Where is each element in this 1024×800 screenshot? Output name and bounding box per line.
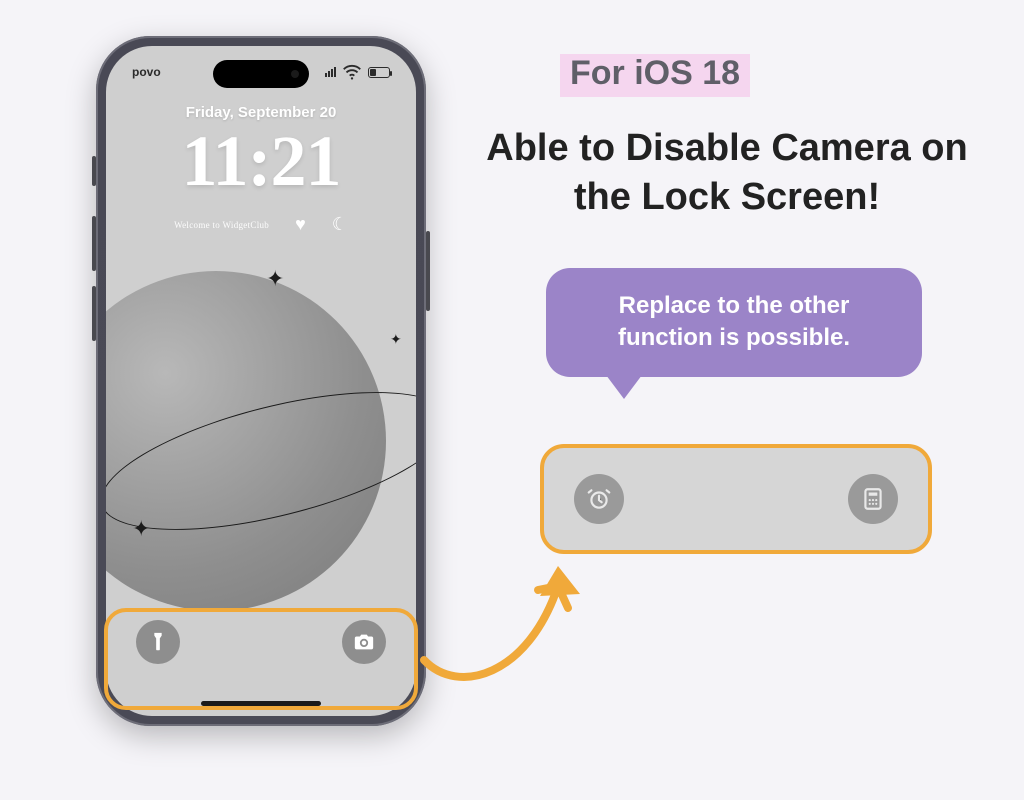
dynamic-island (213, 60, 309, 88)
callout-text: Replace to the other function is possibl… (618, 292, 850, 351)
carrier-label: povo (132, 65, 161, 79)
phone-volume-down (92, 286, 96, 341)
phone-side-button (92, 156, 96, 186)
home-indicator (201, 701, 321, 706)
sparkle-icon: ✦ (132, 516, 150, 542)
camera-button[interactable] (342, 620, 386, 664)
wifi-icon (341, 61, 363, 83)
version-tag: For iOS 18 (560, 54, 750, 97)
phone-volume-up (92, 216, 96, 271)
status-icons (325, 61, 390, 83)
alarm-clock-icon (586, 486, 612, 512)
widget-text: Welcome to WidgetClub (174, 220, 269, 230)
flashlight-button[interactable] (136, 620, 180, 664)
lock-screen-date: Friday, September 20 (106, 104, 416, 121)
headline-text: Able to Disable Camera on the Lock Scree… (467, 124, 987, 221)
phone-power-button (426, 231, 430, 311)
signal-icon (325, 67, 336, 77)
camera-icon (353, 631, 375, 653)
lock-screen-time: 11:21 (106, 120, 416, 203)
moon-icon: ☾ (332, 214, 348, 235)
arrow-annotation (418, 556, 588, 696)
curved-arrow-icon (418, 556, 588, 696)
replacement-buttons-card (540, 444, 932, 554)
callout-bubble: Replace to the other function is possibl… (546, 268, 922, 377)
calculator-button[interactable] (848, 474, 898, 524)
calculator-icon (860, 486, 886, 512)
alarm-button[interactable] (574, 474, 624, 524)
battery-icon (368, 67, 390, 78)
sparkle-icon: ✦ (266, 266, 284, 292)
iphone-mockup: ✦ ✦ ✦ povo Friday, September 20 11:21 We… (96, 36, 426, 726)
flashlight-icon (147, 631, 169, 653)
lock-screen-widgets: Welcome to WidgetClub ♥ ☾ (106, 214, 416, 235)
phone-screen: ✦ ✦ ✦ povo Friday, September 20 11:21 We… (106, 46, 416, 716)
sparkle-icon: ✦ (390, 331, 402, 348)
heart-icon: ♥ (295, 214, 306, 235)
